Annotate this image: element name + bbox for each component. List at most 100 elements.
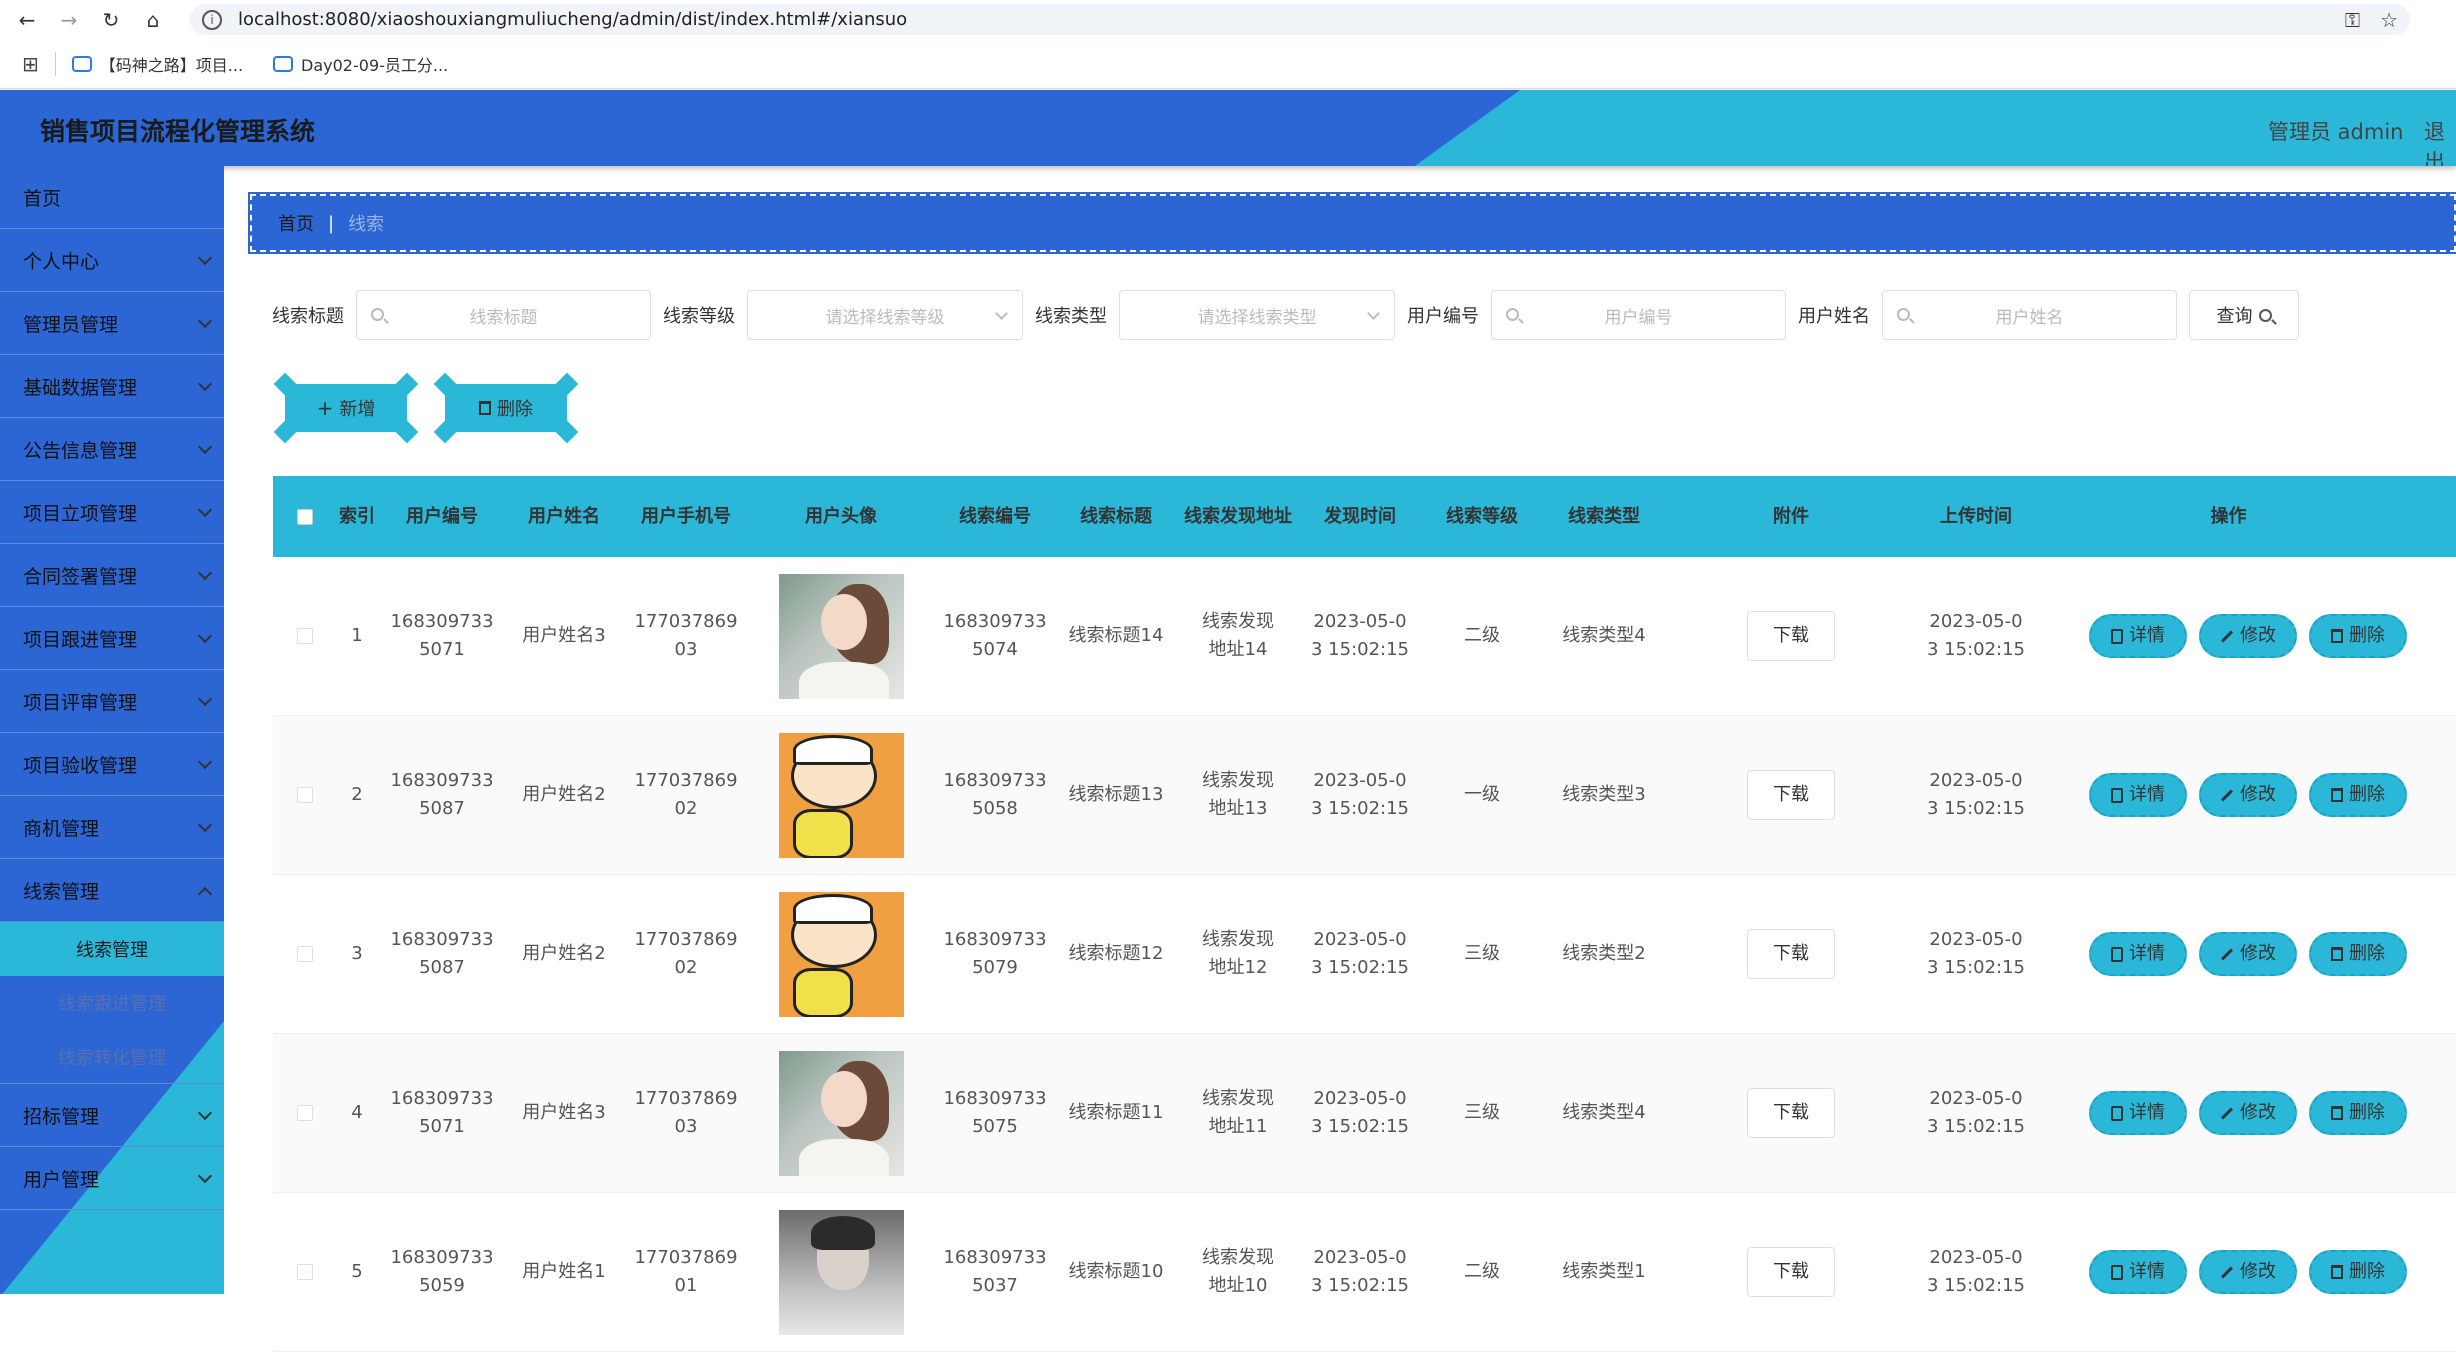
attachment-cell: 下载	[1661, 611, 1921, 661]
row-checkbox[interactable]	[297, 1105, 313, 1121]
delete-button[interactable]: 删除	[2309, 1250, 2407, 1294]
avatar-bag	[792, 808, 853, 858]
index-cell: 5	[351, 1261, 363, 1282]
sidebar-item-users[interactable]: 用户管理	[0, 1147, 224, 1210]
sidebar-item-profile[interactable]: 个人中心	[0, 229, 224, 292]
edit-label: 修改	[2240, 784, 2276, 805]
download-button[interactable]: 下载	[1747, 1088, 1835, 1138]
sidebar-item-contracts[interactable]: 合同签署管理	[0, 544, 224, 607]
bookmark-star-icon[interactable]: ☆	[2380, 8, 2398, 32]
delete-button[interactable]: 删除	[2309, 614, 2407, 658]
sidebar-item-basedata[interactable]: 基础数据管理	[0, 355, 224, 418]
home-icon[interactable]: ⌂	[138, 5, 168, 35]
clue-level-cell: 一级	[1464, 784, 1500, 805]
clue-level-cell: 三级	[1464, 1102, 1500, 1123]
sidebar-item-opportunities[interactable]: 商机管理	[0, 796, 224, 859]
bilibili-icon	[71, 55, 92, 72]
apps-grid-icon[interactable]: ⊞	[22, 52, 39, 76]
user-name-input[interactable]: 用户姓名	[1882, 290, 2177, 340]
sidebar: 首页 个人中心 管理员管理 基础数据管理 公告信息管理 项目立项管理 合同签署管…	[0, 166, 224, 1294]
select-all-checkbox[interactable]	[297, 508, 313, 525]
logout-link[interactable]: 退出	[2424, 116, 2456, 166]
edit-button[interactable]: 修改	[2199, 932, 2297, 976]
breadcrumb-home[interactable]: 首页	[278, 210, 314, 236]
download-button[interactable]: 下载	[1747, 929, 1835, 979]
reload-icon[interactable]: ↻	[96, 5, 126, 35]
edit-button[interactable]: 修改	[2199, 1091, 2297, 1135]
delete-button[interactable]: 删除	[2309, 932, 2407, 976]
edit-button[interactable]: 修改	[2199, 614, 2297, 658]
password-key-icon[interactable]: ⚿	[2345, 8, 2360, 32]
trash-icon	[2331, 629, 2343, 643]
sidebar-item-acceptance[interactable]: 项目验收管理	[0, 733, 224, 796]
detail-button[interactable]: 详情	[2089, 1250, 2187, 1294]
detail-button[interactable]: 详情	[2089, 932, 2187, 976]
back-icon[interactable]: ←	[12, 5, 42, 35]
download-button[interactable]: 下载	[1747, 770, 1835, 820]
download-button[interactable]: 下载	[1747, 1247, 1835, 1297]
query-button[interactable]: 查询	[2189, 290, 2299, 340]
sidebar-item-admins[interactable]: 管理员管理	[0, 292, 224, 355]
delete-button[interactable]: 删除	[2309, 1091, 2407, 1135]
bookmark-item[interactable]: Day02-09-员工分...	[273, 52, 448, 76]
sidebar-subitem-clue-followup[interactable]: 线索跟进管理	[0, 976, 224, 1030]
row-checkbox[interactable]	[297, 787, 313, 803]
operations-cell: 详情 修改 删除	[2031, 932, 2426, 976]
sidebar-subitem-clues[interactable]: 线索管理	[0, 922, 224, 976]
chevron-down-icon	[197, 439, 213, 455]
row-checkbox[interactable]	[297, 946, 313, 962]
chevron-down-icon	[1367, 307, 1380, 320]
detail-button[interactable]: 详情	[2089, 1091, 2187, 1135]
avatar-cell	[751, 891, 931, 1017]
sidebar-item-home[interactable]: 首页	[0, 166, 224, 229]
row-checkbox[interactable]	[297, 1264, 313, 1280]
download-button[interactable]: 下载	[1747, 611, 1835, 661]
site-info-icon[interactable]: i	[202, 9, 222, 30]
chevron-up-icon	[197, 886, 213, 902]
address-bar[interactable]: i localhost:8080/xiaoshouxiangmuliucheng…	[190, 4, 2410, 35]
sidebar-subitem-clue-conversion[interactable]: 线索转化管理	[0, 1030, 224, 1084]
bilibili-icon	[273, 55, 294, 72]
add-button[interactable]: + 新增	[273, 372, 419, 444]
sidebar-item-label: 个人中心	[23, 250, 100, 273]
avatar	[778, 573, 904, 699]
button-corner	[395, 372, 419, 396]
clue-no-cell: 168309733 5074	[943, 611, 1047, 660]
edit-button[interactable]: 修改	[2199, 773, 2297, 817]
detail-button[interactable]: 详情	[2089, 614, 2187, 658]
clue-title-cell: 线索标题13	[1068, 784, 1164, 805]
download-label: 下载	[1773, 1261, 1809, 1282]
table-row: 2 168309733 5087 用户姓名2 177037869 02 168309…	[273, 716, 2456, 875]
header-decoration	[1415, 90, 2456, 166]
clue-type-select[interactable]: 请选择线索类型	[1119, 290, 1395, 340]
clue-title-input[interactable]: 线索标题	[356, 290, 651, 340]
edit-button[interactable]: 修改	[2199, 1250, 2297, 1294]
user-name-cell: 用户姓名3	[522, 625, 606, 646]
bookmark-item[interactable]: 【码神之路】项目...	[71, 52, 243, 76]
user-no-input[interactable]: 用户编号	[1491, 290, 1786, 340]
sidebar-item-notices[interactable]: 公告信息管理	[0, 418, 224, 481]
delete-button[interactable]: 删除	[2309, 773, 2407, 817]
url-text: localhost:8080/xiaoshouxiangmuliucheng/a…	[238, 9, 908, 30]
clue-level-select[interactable]: 请选择线索等级	[747, 290, 1023, 340]
index-cell: 3	[351, 943, 363, 964]
sidebar-item-projects[interactable]: 项目立项管理	[0, 481, 224, 544]
edit-label: 修改	[2240, 943, 2276, 964]
bookmark-label: Day02-09-员工分...	[301, 55, 449, 75]
row-checkbox[interactable]	[297, 628, 313, 644]
sidebar-item-followup[interactable]: 项目跟进管理	[0, 607, 224, 670]
sidebar-item-review[interactable]: 项目评审管理	[0, 670, 224, 733]
download-label: 下载	[1773, 1102, 1809, 1123]
row-select-cell	[273, 787, 337, 803]
trash-icon	[2331, 1106, 2343, 1120]
chevron-down-icon	[197, 1105, 213, 1121]
sidebar-item-clues[interactable]: 线索管理	[0, 859, 224, 922]
delete-label: 删除	[2349, 1102, 2385, 1123]
detail-button[interactable]: 详情	[2089, 773, 2187, 817]
clue-type-cell: 线索类型2	[1562, 943, 1646, 964]
batch-delete-button[interactable]: 删除	[433, 372, 579, 444]
trash-icon	[2331, 1265, 2343, 1279]
phone-cell: 177037869 03	[634, 1088, 738, 1137]
sidebar-item-bidding[interactable]: 招标管理	[0, 1084, 224, 1147]
forward-icon[interactable]: →	[54, 5, 84, 35]
